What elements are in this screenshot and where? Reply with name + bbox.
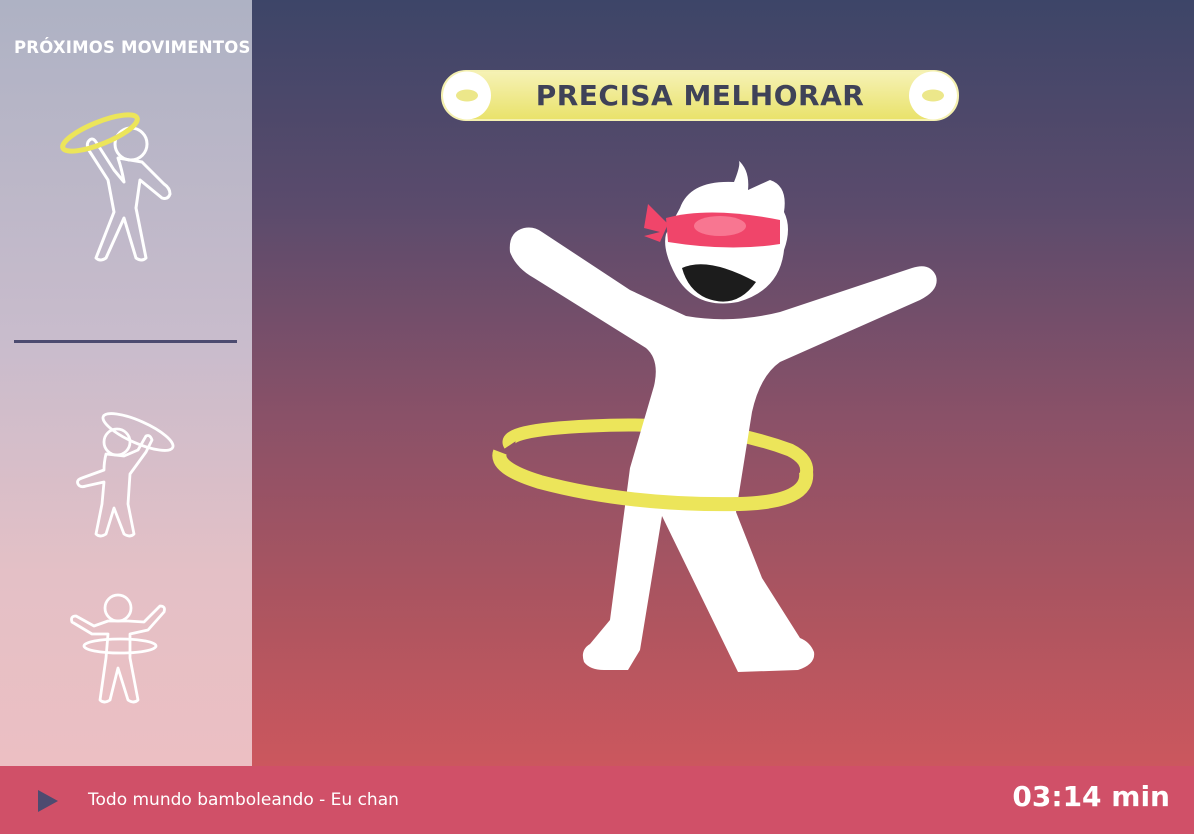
- player-bar: Todo mundo bamboleando - Eu chan 03:14 m…: [0, 766, 1194, 834]
- feedback-banner: PRECISA MELHORAR: [440, 70, 960, 121]
- song-title: Todo mundo bamboleando - Eu chan: [88, 790, 399, 810]
- game-screen: PRÓXIMOS MOVIMENTOS PRECISA MELHORAR Tod…: [0, 0, 1194, 834]
- dancer-hoop-raised-icon: [60, 112, 172, 262]
- dancer-head: [644, 160, 788, 304]
- dancer-character: [492, 160, 937, 672]
- dancer-hoop-waist-icon: [70, 593, 166, 704]
- song-timer: 03:14 min: [1012, 780, 1170, 813]
- bandana-knot: [644, 204, 668, 242]
- feedback-label: PRECISA MELHORAR: [535, 79, 865, 112]
- next-moves-title: PRÓXIMOS MOVIMENTOS: [14, 38, 251, 57]
- play-icon[interactable]: [34, 788, 60, 814]
- dancer-hoop-overhead-icon: [76, 412, 175, 538]
- sidebar-divider: [14, 340, 237, 343]
- next-moves-sidebar: PRÓXIMOS MOVIMENTOS: [0, 0, 252, 766]
